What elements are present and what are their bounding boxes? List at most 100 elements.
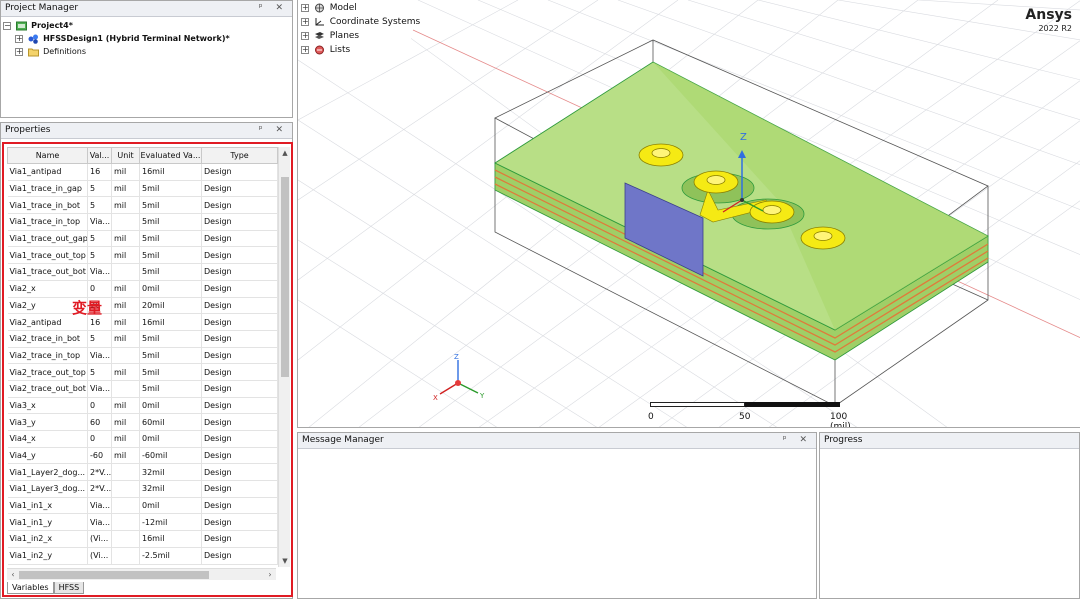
cell-value[interactable]: 5 [87,363,112,381]
table-row[interactable]: Via1_trace_in_bot 5 mil 5mil Design [7,196,278,215]
cell-unit[interactable] [111,213,140,231]
cell-type[interactable]: Design [201,463,278,482]
collapse-icon[interactable]: − [3,21,11,30]
panel-window-buttons[interactable]: ᵖ ✕ [259,1,288,16]
cell-name[interactable]: Via1_trace_out_bot [7,263,88,281]
cell-evaluated-value[interactable]: 5mil [139,213,202,231]
table-row[interactable]: Via2_trace_out_bot Via... 5mil Design [7,380,278,398]
cell-unit[interactable]: mil [111,430,140,448]
scrollbar-thumb[interactable] [281,177,289,377]
column-header-unit[interactable]: Unit [111,147,140,164]
table-row[interactable]: Via1_trace_in_top Via... 5mil Design [7,213,278,231]
cell-evaluated-value[interactable]: 32mil [139,463,202,482]
cell-type[interactable]: Design [201,513,278,532]
cell-unit[interactable] [111,263,140,281]
tab-hfss[interactable]: HFSS [53,582,85,594]
cell-type[interactable]: Design [201,313,278,331]
cell-evaluated-value[interactable]: 5mil [139,263,202,281]
cell-evaluated-value[interactable]: 5mil [139,363,202,381]
scroll-right-icon[interactable]: › [264,569,276,581]
cell-type[interactable]: Design [201,230,278,248]
cell-value[interactable]: 2*V... [87,463,112,482]
cell-type[interactable]: Design [201,447,278,465]
cell-value[interactable]: 5 [87,230,112,248]
cell-evaluated-value[interactable]: 16mil [139,530,202,548]
panel-window-buttons[interactable]: ᵖ ✕ [783,433,812,448]
cell-evaluated-value[interactable]: 5mil [139,246,202,265]
cell-evaluated-value[interactable]: 16mil [139,163,202,181]
cell-unit[interactable]: mil [111,230,140,248]
expand-icon[interactable]: + [15,47,23,56]
table-row[interactable]: Via1_in2_x (Vi... 16mil Design [7,530,278,548]
tree-item-project[interactable]: − Project4* [3,19,290,32]
cell-unit[interactable] [111,547,140,565]
cell-value[interactable]: 5 [87,246,112,265]
cell-value[interactable]: 5 [87,180,112,198]
cell-name[interactable]: Via2_trace_out_bot [7,380,88,398]
cell-evaluated-value[interactable]: 32mil [139,480,202,498]
cell-name[interactable]: Via2_trace_out_top [7,363,88,381]
cell-unit[interactable]: mil [111,330,140,348]
cell-unit[interactable]: mil [111,280,140,298]
cell-type[interactable]: Design [201,246,278,265]
cell-unit[interactable] [111,513,140,532]
cell-unit[interactable]: mil [111,363,140,381]
cell-unit[interactable]: mil [111,313,140,331]
cell-unit[interactable] [111,463,140,482]
cell-unit[interactable]: mil [111,196,140,215]
table-row[interactable]: Via2_trace_in_bot 5 mil 5mil Design [7,330,278,348]
cell-value[interactable]: 0 [87,397,112,415]
cell-type[interactable]: Design [201,363,278,381]
cell-name[interactable]: Via1_Layer3_dog... [7,480,88,498]
cell-value[interactable]: Via... [87,213,112,231]
cell-name[interactable]: Via1_trace_in_gap [7,180,88,198]
cell-value[interactable]: Via... [87,347,112,365]
cell-name[interactable]: Via2_trace_in_bot [7,330,88,348]
column-header-name[interactable]: Name [7,147,88,164]
table-row[interactable]: Via1_trace_out_bot Via... 5mil Design [7,263,278,281]
cell-type[interactable]: Design [201,213,278,231]
cell-unit[interactable] [111,530,140,548]
cell-unit[interactable] [111,497,140,515]
table-row[interactable]: Via3_x 0 mil 0mil Design [7,397,278,415]
table-row[interactable]: Via4_y -60 mil -60mil Design [7,447,278,465]
cell-value[interactable]: Via... [87,380,112,398]
model-tree-item-lists[interactable]: + Lists [301,43,408,57]
cell-evaluated-value[interactable]: 60mil [139,413,202,431]
cell-value[interactable]: 0 [87,280,112,298]
cell-name[interactable]: Via1_trace_in_bot [7,196,88,215]
column-header-type[interactable]: Type [201,147,278,164]
cell-value[interactable]: 0 [87,430,112,448]
cell-unit[interactable]: mil [111,246,140,265]
table-row[interactable]: Via1_in1_y Via... -12mil Design [7,513,278,532]
scrollbar-thumb[interactable] [19,571,209,579]
cell-unit[interactable]: mil [111,297,140,315]
cell-evaluated-value[interactable]: 0mil [139,397,202,415]
cell-type[interactable]: Design [201,397,278,415]
cell-type[interactable]: Design [201,380,278,398]
cell-unit[interactable]: mil [111,180,140,198]
table-row[interactable]: Via1_trace_out_gap 5 mil 5mil Design [7,230,278,248]
cell-name[interactable]: Via1_antipad [7,163,88,181]
cell-value[interactable]: 5 [87,196,112,215]
expand-icon[interactable]: + [301,17,309,26]
cell-unit[interactable] [111,347,140,365]
cell-name[interactable]: Via1_trace_out_top [7,246,88,265]
cell-type[interactable]: Design [201,297,278,315]
cell-value[interactable]: Via... [87,513,112,532]
expand-icon[interactable]: + [15,34,23,43]
cell-name[interactable]: Via2_x [7,280,88,298]
table-row[interactable]: Via2_antipad 16 mil 16mil Design [7,313,278,331]
cell-name[interactable]: Via4_x [7,430,88,448]
cell-unit[interactable] [111,380,140,398]
table-row[interactable]: Via3_y 60 mil 60mil Design [7,413,278,431]
cell-unit[interactable]: mil [111,163,140,181]
table-row[interactable]: Via1_in1_x Via... 0mil Design [7,497,278,515]
cell-value[interactable]: 60 [87,413,112,431]
scroll-up-icon[interactable]: ▲ [279,147,291,159]
cell-evaluated-value[interactable]: 0mil [139,280,202,298]
cell-evaluated-value[interactable]: 20mil [139,297,202,315]
cell-unit[interactable]: mil [111,447,140,465]
table-row[interactable]: Via2_trace_in_top Via... 5mil Design [7,347,278,365]
cell-value[interactable]: 5 [87,330,112,348]
